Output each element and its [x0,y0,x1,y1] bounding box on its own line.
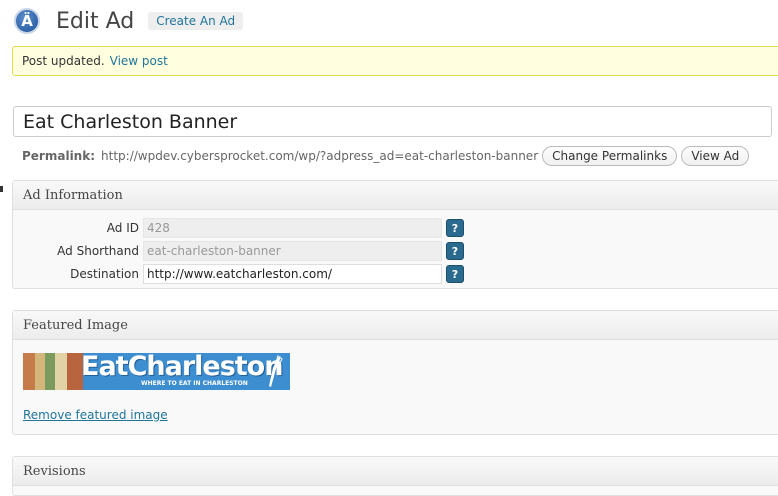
change-permalinks-button[interactable]: Change Permalinks [542,146,678,166]
destination-row: Destination http://www.eatcharleston.com… [13,264,464,284]
permalink-row: Permalink: http://wpdev.cybersprocket.co… [22,145,750,167]
ad-id-field: 428 [143,218,442,238]
banner-houses-image [23,353,83,390]
help-icon[interactable]: ? [446,219,464,237]
ad-shorthand-field: eat-charleston-banner [143,241,442,261]
notice-text: Post updated. [22,54,105,68]
banner-brand-text: EatCharleston [81,353,283,382]
help-icon[interactable]: ? [446,265,464,283]
destination-input[interactable]: http://www.eatcharleston.com/ [143,264,442,284]
ad-shorthand-row: Ad Shorthand eat-charleston-banner ? [13,241,464,261]
page-title: Edit Ad [56,8,135,34]
featured-image-thumbnail[interactable]: EatCharleston WHERE TO EAT IN CHARLESTON [23,353,290,390]
collapse-handle [0,186,3,192]
featured-image-box: Featured Image EatCharleston WHERE TO EA… [12,310,778,435]
revisions-box: Revisions [12,456,778,496]
ad-id-row: Ad ID 428 ? [13,218,464,238]
ad-information-heading[interactable]: Ad Information [13,181,778,210]
ad-shorthand-label: Ad Shorthand [57,244,139,258]
remove-featured-image-link[interactable]: Remove featured image [23,408,168,422]
ad-information-box: Ad Information Ad ID 428 ? Ad Shorthand … [12,180,778,289]
revisions-heading[interactable]: Revisions [13,457,778,486]
destination-label: Destination [70,267,139,281]
fork-icon [269,355,283,387]
help-icon[interactable]: ? [446,242,464,260]
view-post-link[interactable]: View post [110,54,168,68]
create-ad-button[interactable]: Create An Ad [148,12,244,30]
update-notice: Post updated. View post [12,46,778,76]
banner-subtitle-text: WHERE TO EAT IN CHARLESTON [141,380,248,387]
plugin-logo-icon: Ä [14,8,40,34]
ad-id-label: Ad ID [106,221,139,235]
post-title-input[interactable]: Eat Charleston Banner [13,106,772,137]
permalink-url: http://wpdev.cybersprocket.com/wp/?adpre… [101,149,539,163]
page-header: Ä Edit Ad Create An Ad [14,6,244,36]
permalink-label: Permalink: [22,149,96,163]
featured-image-heading[interactable]: Featured Image [13,311,778,340]
view-ad-button[interactable]: View Ad [681,146,750,166]
